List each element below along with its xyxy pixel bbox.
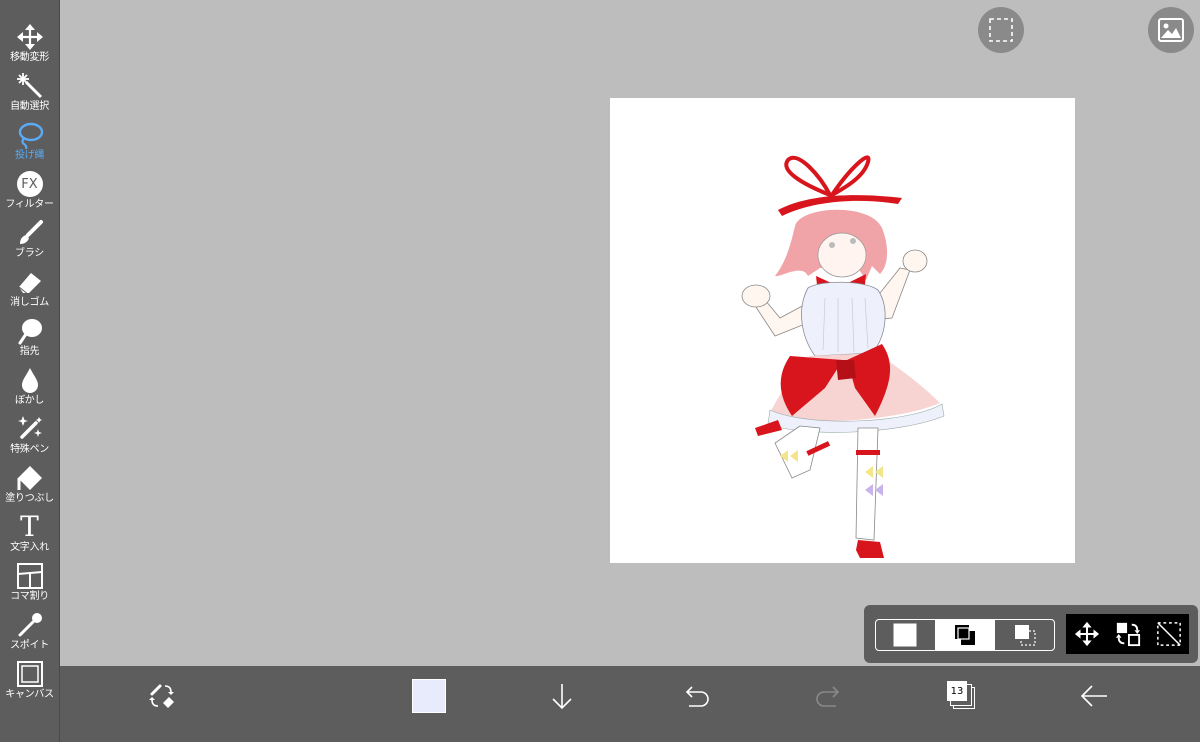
layers-button[interactable]: 13 xyxy=(938,674,986,718)
text-t-icon: T xyxy=(15,512,45,542)
tool-auto-select[interactable]: 自動選択 xyxy=(0,71,59,119)
selection-toggle-button[interactable] xyxy=(978,7,1024,53)
subtract-selection-icon xyxy=(1014,625,1036,646)
tool-label: 消しゴム xyxy=(10,297,49,308)
tool-sidebar: 移動変形 自動選択 投げ縄 FX フィルター ブラシ 消しゴム 指先 ぼかし 特… xyxy=(0,0,60,742)
tool-label: 特殊ペン xyxy=(10,444,49,455)
image-gallery-icon xyxy=(1158,18,1184,42)
character-illustration xyxy=(741,155,945,558)
arrow-left-icon xyxy=(1080,685,1107,707)
tool-label: ぼかし xyxy=(14,395,45,406)
invert-selection-button[interactable] xyxy=(1113,619,1143,649)
lasso-icon xyxy=(15,120,45,150)
fill-bucket-icon xyxy=(15,463,45,493)
undo-button[interactable] xyxy=(672,674,720,718)
arrow-down-icon xyxy=(552,684,572,710)
tool-label: 指先 xyxy=(19,346,40,357)
tool-label: 塗りつぶし xyxy=(5,493,54,504)
gallery-button[interactable] xyxy=(1148,7,1194,53)
dashed-selection-icon xyxy=(989,18,1013,42)
eyedropper-icon xyxy=(15,610,45,640)
tool-label: 文字入れ xyxy=(10,542,49,553)
smudge-finger-icon xyxy=(15,316,45,346)
magic-wand-icon xyxy=(15,71,45,101)
tool-label: フィルター xyxy=(5,199,54,210)
subtract-selection-button[interactable] xyxy=(994,620,1054,650)
tool-label: 投げ縄 xyxy=(14,150,45,161)
tool-finger[interactable]: 指先 xyxy=(0,316,59,364)
tool-fill[interactable]: 塗りつぶし xyxy=(0,463,59,511)
brush-eraser-swap-icon xyxy=(149,684,174,708)
redo-button[interactable] xyxy=(805,674,853,718)
canvas-frame-icon xyxy=(15,659,45,689)
new-selection-button[interactable] xyxy=(876,620,935,650)
tool-brush[interactable]: ブラシ xyxy=(0,218,59,266)
text-glyph: T xyxy=(20,510,39,543)
tool-panel-divide[interactable]: コマ割り xyxy=(0,561,59,609)
redo-icon xyxy=(816,686,840,707)
move-selection-button[interactable] xyxy=(1072,619,1102,649)
tool-label: ブラシ xyxy=(15,248,44,259)
move-arrows-icon xyxy=(15,22,45,52)
panel-divide-icon xyxy=(15,561,45,591)
drawing-canvas[interactable] xyxy=(610,98,1075,563)
selection-mode-segment xyxy=(875,619,1055,651)
tool-lasso[interactable]: 投げ縄 xyxy=(0,120,59,168)
brush-icon xyxy=(15,218,45,248)
tool-move-transform[interactable]: 移動変形 xyxy=(0,22,59,70)
new-selection-icon xyxy=(893,623,917,647)
tool-label: 移動変形 xyxy=(10,52,49,63)
tool-text[interactable]: T 文字入れ xyxy=(0,512,59,560)
tool-canvas[interactable]: キャンバス xyxy=(0,659,59,707)
tool-blur[interactable]: ぼかし xyxy=(0,365,59,413)
tool-filter[interactable]: FX フィルター xyxy=(0,169,59,217)
fx-filter-icon: FX xyxy=(15,169,45,199)
add-selection-button[interactable] xyxy=(934,620,995,650)
clear-selection-button[interactable] xyxy=(1154,619,1184,649)
tool-label: 自動選択 xyxy=(10,101,49,112)
tool-eraser[interactable]: 消しゴム xyxy=(0,267,59,315)
fx-glyph: FX xyxy=(16,171,43,197)
move-selection-icon xyxy=(1074,621,1099,647)
selection-panel xyxy=(864,605,1198,663)
blur-drop-icon xyxy=(15,365,45,395)
tool-special-pen[interactable]: 特殊ペン xyxy=(0,414,59,462)
invert-selection-icon xyxy=(1115,622,1140,647)
layer-count: 13 xyxy=(947,681,967,701)
tool-label: スポイト xyxy=(10,640,49,651)
tool-label: キャンバス xyxy=(5,689,54,700)
color-swatch xyxy=(412,679,446,713)
clear-selection-icon xyxy=(1156,622,1181,646)
tool-label: コマ割り xyxy=(10,591,49,602)
tool-eyedropper[interactable]: スポイト xyxy=(0,610,59,658)
back-button[interactable] xyxy=(1070,674,1118,718)
add-selection-icon xyxy=(955,625,975,645)
bottom-toolbar: 13 xyxy=(60,666,1200,742)
undo-icon xyxy=(685,686,709,707)
special-pen-icon xyxy=(15,414,45,444)
current-color-button[interactable] xyxy=(405,674,453,718)
brush-eraser-swap-button[interactable] xyxy=(138,674,186,718)
eraser-icon xyxy=(15,267,45,297)
selection-actions xyxy=(1066,614,1189,654)
download-button[interactable] xyxy=(538,674,586,718)
layers-stack-icon: 13 xyxy=(947,681,977,711)
